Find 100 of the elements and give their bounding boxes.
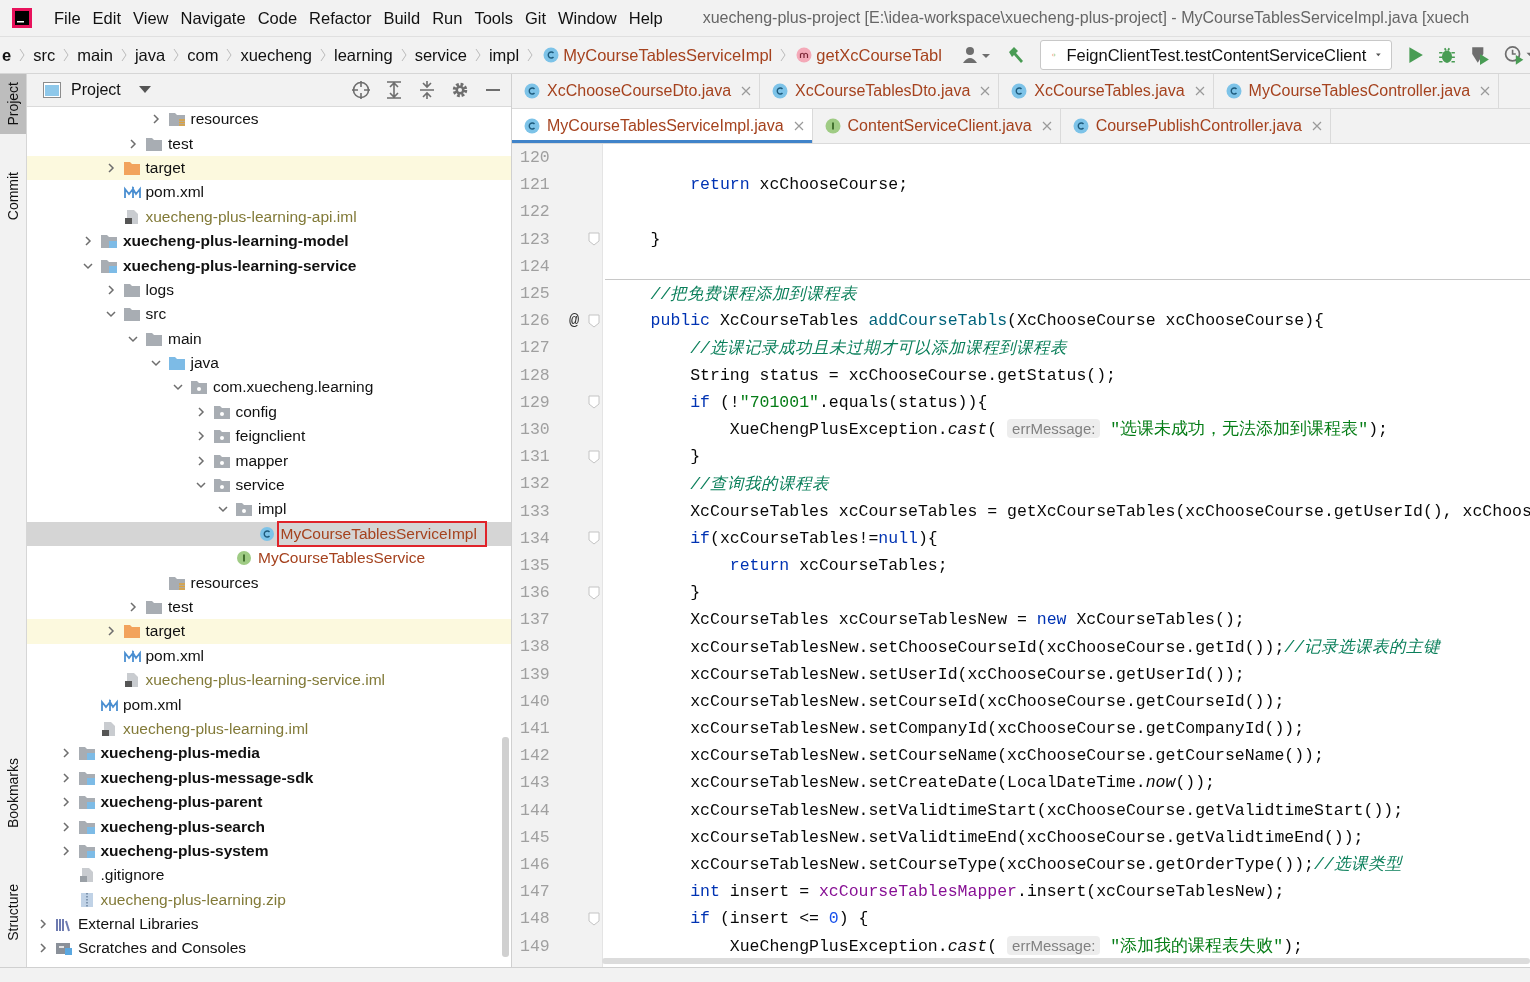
menu-item[interactable]: Navigate (180, 8, 246, 28)
tree-item[interactable]: xuecheng-plus-media (98, 742, 268, 765)
editor-tab[interactable]: XcCourseTablesDto.java (760, 74, 1000, 108)
tool-window-tab[interactable]: Structure (0, 876, 26, 949)
breadcrumb[interactable]: MyCourseTablesServiceImpl (561, 45, 775, 65)
tree-item[interactable]: resources (188, 571, 267, 594)
tree-item[interactable]: impl (256, 498, 295, 521)
tree-item[interactable]: xuecheng-plus-learning.zip (98, 888, 294, 911)
tree-item[interactable]: xuecheng-plus-system (98, 839, 277, 862)
editor-tab[interactable]: XcChooseCourseDto.java (512, 74, 761, 108)
tree-item[interactable]: xuecheng-plus-learning-api.iml (143, 205, 365, 228)
breadcrumb[interactable]: src (31, 45, 58, 65)
tree-item[interactable]: service (233, 474, 293, 497)
tree-item[interactable]: xuecheng-plus-learning-service.iml (143, 669, 393, 692)
selected-row[interactable]: MyCourseTablesServiceImpl (27, 521, 511, 547)
tree-item[interactable]: target (143, 156, 194, 179)
editor-tab[interactable]: MyCourseTablesServiceImpl.java (512, 109, 813, 143)
tree-item[interactable]: com.xuecheng.learning (211, 376, 382, 399)
editor-tab[interactable]: MyCourseTablesController.java (1213, 74, 1500, 108)
tree-item[interactable]: xuecheng-plus-message-sdk (98, 766, 322, 789)
gutter-marker[interactable]: @ (568, 311, 580, 331)
editor-tab[interactable]: CoursePublishController.java (1060, 109, 1331, 143)
editor-tab[interactable]: XcCourseTables.java (999, 74, 1214, 108)
tool-window-tab[interactable]: Project (0, 74, 26, 134)
code-editor[interactable] (512, 144, 1530, 967)
tab-label: ContentServiceClient.java (847, 117, 1032, 135)
menu-item[interactable]: Run (432, 8, 463, 28)
menu-item[interactable]: Build (383, 8, 421, 28)
tree-item[interactable]: main (166, 327, 210, 350)
line-number: 142 (520, 746, 550, 766)
caret-icon[interactable] (138, 86, 151, 94)
profiler-icon[interactable] (1503, 45, 1530, 65)
editor-tab[interactable]: ContentServiceClient.java (812, 109, 1061, 143)
tree-item[interactable]: config (233, 400, 285, 423)
tree-item[interactable]: target (143, 620, 194, 643)
tree-item[interactable]: pom.xml (143, 181, 213, 204)
tree-item[interactable]: External Libraries (76, 913, 207, 936)
close-icon[interactable] (1480, 86, 1491, 96)
tree-item[interactable]: xuecheng-plus-search (98, 815, 274, 838)
tree-item[interactable]: pom.xml (143, 644, 213, 667)
menu-item[interactable]: Window (558, 8, 617, 28)
tree-item[interactable]: xuecheng-plus-parent (98, 791, 271, 814)
tool-window-tab[interactable]: Commit (0, 163, 26, 228)
tree-item[interactable]: MyCourseTablesService (256, 547, 434, 570)
close-icon[interactable] (793, 121, 804, 131)
close-icon[interactable] (741, 86, 752, 96)
close-icon[interactable] (980, 86, 991, 96)
breadcrumb[interactable]: learning (331, 45, 395, 65)
breadcrumb[interactable]: xuecheng (238, 45, 314, 65)
collapsed-chevron-icon[interactable] (37, 942, 49, 955)
breadcrumb[interactable]: com (185, 45, 221, 65)
user-icon[interactable] (961, 46, 992, 64)
panel-title[interactable]: Project (71, 81, 121, 99)
tree-item[interactable]: mapper (233, 449, 297, 472)
expand-all-icon[interactable] (384, 80, 404, 100)
coverage-icon[interactable] (1469, 45, 1490, 65)
collapsed-chevron-icon[interactable] (82, 235, 94, 248)
locate-icon[interactable] (351, 80, 371, 100)
breadcrumb[interactable]: java (132, 45, 168, 65)
breadcrumb[interactable]: main (75, 45, 115, 65)
breadcrumb[interactable]: getXcCourseTabl (814, 45, 944, 65)
close-icon[interactable] (1194, 86, 1205, 96)
bug-icon[interactable] (1437, 46, 1456, 64)
menu-item[interactable]: Edit (92, 8, 122, 28)
menu-item[interactable]: Git (524, 8, 547, 28)
tree-item[interactable]: pom.xml (121, 693, 190, 716)
breadcrumb[interactable]: impl (486, 45, 522, 65)
breadcrumb[interactable]: service (412, 45, 469, 65)
tree-item[interactable]: MyCourseTablesServiceImpl (278, 522, 485, 545)
tree-item[interactable]: test (166, 596, 201, 618)
tree-item[interactable]: test (166, 132, 201, 155)
collapsed-chevron-icon[interactable] (127, 601, 139, 613)
run-configuration-dropdown[interactable]: FeignClientTest.testContentServiceClient (1039, 40, 1392, 70)
tool-window-tab[interactable]: Bookmarks (0, 750, 26, 837)
scrollbar[interactable] (602, 958, 1530, 964)
menu-item[interactable]: Code (257, 8, 298, 28)
settings-icon[interactable] (450, 80, 470, 100)
tree-item[interactable]: xuecheng-plus-learning-service (121, 254, 365, 277)
menu-item[interactable]: View (133, 8, 169, 28)
close-icon[interactable] (1041, 121, 1052, 131)
collapsed-chevron-icon[interactable] (37, 918, 49, 931)
collapsed-chevron-icon[interactable] (127, 137, 139, 150)
tree-item[interactable]: resources (188, 108, 267, 131)
tree-item[interactable]: xuecheng-plus-learning.iml (121, 717, 317, 740)
menu-item[interactable]: File (54, 8, 81, 28)
tree-item[interactable]: .gitignore (98, 864, 173, 887)
tree-item[interactable]: xuecheng-plus-learning-model (121, 230, 357, 253)
scrollbar[interactable] (502, 737, 509, 957)
tree-item[interactable]: feignclient (233, 425, 314, 448)
menu-item[interactable]: Refactor (309, 8, 372, 28)
tree-item[interactable]: java (188, 352, 227, 375)
menu-item[interactable]: Tools (474, 8, 513, 28)
chevron-icon (63, 48, 70, 62)
collapse-all-icon[interactable] (417, 80, 437, 100)
tree-item[interactable]: src (143, 303, 175, 326)
breadcrumb[interactable]: e (0, 45, 14, 65)
close-icon[interactable] (1311, 121, 1322, 131)
menu-item[interactable]: Help (628, 8, 663, 28)
tree-item[interactable]: logs (143, 278, 182, 301)
tree-item[interactable]: Scratches and Consoles (76, 937, 254, 960)
